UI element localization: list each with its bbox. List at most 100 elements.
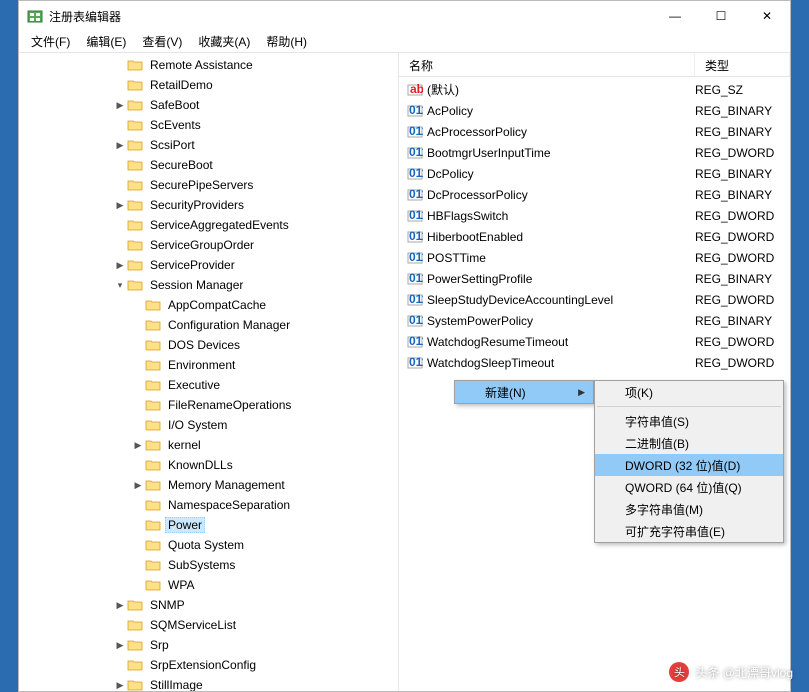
tree-label[interactable]: SQMServiceList	[147, 617, 239, 633]
tree-label[interactable]: SrpExtensionConfig	[147, 657, 259, 673]
tree-item[interactable]: Configuration Manager	[19, 315, 398, 335]
tree-item[interactable]: ServiceAggregatedEvents	[19, 215, 398, 235]
tree-label[interactable]: NamespaceSeparation	[165, 497, 293, 513]
registry-value-row[interactable]: 011BootmgrUserInputTimeREG_DWORD	[399, 142, 790, 163]
tree-item[interactable]: ▶ Srp	[19, 635, 398, 655]
tree-toggle-icon[interactable]: ▶	[131, 440, 145, 451]
registry-value-row[interactable]: 011PowerSettingProfileREG_BINARY	[399, 268, 790, 289]
tree-item[interactable]: Environment	[19, 355, 398, 375]
registry-value-row[interactable]: 011SystemPowerPolicyREG_BINARY	[399, 310, 790, 331]
tree-label[interactable]: StillImage	[147, 677, 206, 691]
tree-item[interactable]: ▶ kernel	[19, 435, 398, 455]
tree-item[interactable]: ▾ Session Manager	[19, 275, 398, 295]
tree-label[interactable]: Power	[165, 517, 205, 533]
context-menu-item[interactable]: 多字符串值(M)	[595, 498, 783, 520]
tree-label[interactable]: Session Manager	[147, 277, 246, 293]
header-name[interactable]: 名称	[399, 53, 695, 76]
tree-item[interactable]: SQMServiceList	[19, 615, 398, 635]
tree-label[interactable]: SecurityProviders	[147, 197, 247, 213]
tree-label[interactable]: Quota System	[165, 537, 247, 553]
context-menu-submenu[interactable]: 项(K) 字符串值(S)二进制值(B)DWORD (32 位)值(D)QWORD …	[594, 380, 784, 543]
tree-label[interactable]: KnownDLLs	[165, 457, 236, 473]
menu-view[interactable]: 查看(V)	[134, 31, 190, 52]
context-menu-item[interactable]: 二进制值(B)	[595, 432, 783, 454]
registry-value-row[interactable]: ab(默认)REG_SZ	[399, 79, 790, 100]
registry-value-row[interactable]: 011WatchdogResumeTimeoutREG_DWORD	[399, 331, 790, 352]
registry-value-row[interactable]: 011AcPolicyREG_BINARY	[399, 100, 790, 121]
tree-label[interactable]: Configuration Manager	[165, 317, 293, 333]
tree-toggle-icon[interactable]: ▶	[113, 100, 127, 111]
menu-help[interactable]: 帮助(H)	[258, 31, 315, 52]
registry-value-row[interactable]: 011DcPolicyREG_BINARY	[399, 163, 790, 184]
tree-item[interactable]: SrpExtensionConfig	[19, 655, 398, 675]
tree-label[interactable]: ServiceGroupOrder	[147, 237, 257, 253]
tree-item[interactable]: WPA	[19, 575, 398, 595]
menu-favorites[interactable]: 收藏夹(A)	[190, 31, 258, 52]
tree-label[interactable]: AppCompatCache	[165, 297, 269, 313]
tree-item[interactable]: I/O System	[19, 415, 398, 435]
registry-value-row[interactable]: 011SleepStudyDeviceAccountingLevelREG_DW…	[399, 289, 790, 310]
tree-item[interactable]: RetailDemo	[19, 75, 398, 95]
tree-item[interactable]: SecurePipeServers	[19, 175, 398, 195]
tree-label[interactable]: FileRenameOperations	[165, 397, 294, 413]
context-menu-item[interactable]: 字符串值(S)	[595, 410, 783, 432]
header-type[interactable]: 类型	[695, 53, 790, 76]
tree-item[interactable]: DOS Devices	[19, 335, 398, 355]
tree-label[interactable]: Executive	[165, 377, 223, 393]
context-menu-primary[interactable]: 新建(N)▶	[454, 380, 594, 404]
list-pane[interactable]: 名称 类型 ab(默认)REG_SZ011AcPolicyREG_BINARY0…	[399, 53, 790, 691]
tree-label[interactable]: DOS Devices	[165, 337, 243, 353]
tree-label[interactable]: Srp	[147, 637, 172, 653]
tree-toggle-icon[interactable]: ▶	[113, 140, 127, 151]
tree-toggle-icon[interactable]: ▶	[113, 680, 127, 691]
context-menu-item[interactable]: QWORD (64 位)值(Q)	[595, 476, 783, 498]
minimize-button[interactable]: —	[652, 1, 698, 31]
tree-pane[interactable]: Remote Assistance RetailDemo ▶ SafeBoot ScEv…	[19, 53, 399, 691]
tree-label[interactable]: Environment	[165, 357, 238, 373]
tree-label[interactable]: Remote Assistance	[147, 57, 256, 73]
tree-item[interactable]: ServiceGroupOrder	[19, 235, 398, 255]
tree-label[interactable]: kernel	[165, 437, 204, 453]
tree-label[interactable]: SubSystems	[165, 557, 238, 573]
tree-item[interactable]: ▶SecurityProviders	[19, 195, 398, 215]
tree-item[interactable]: SubSystems	[19, 555, 398, 575]
tree-label[interactable]: ServiceProvider	[147, 257, 238, 273]
tree-toggle-icon[interactable]: ▶	[113, 600, 127, 611]
registry-value-row[interactable]: 011DcProcessorPolicyREG_BINARY	[399, 184, 790, 205]
maximize-button[interactable]: ☐	[698, 1, 744, 31]
tree-item[interactable]: ScEvents	[19, 115, 398, 135]
registry-value-row[interactable]: 011HBFlagsSwitchREG_DWORD	[399, 205, 790, 226]
tree-toggle-icon[interactable]: ▶	[113, 640, 127, 651]
tree-item[interactable]: Power	[19, 515, 398, 535]
tree-toggle-icon[interactable]: ▶	[131, 480, 145, 491]
menu-edit[interactable]: 编辑(E)	[78, 31, 134, 52]
tree-item[interactable]: ▶ServiceProvider	[19, 255, 398, 275]
tree-item[interactable]: KnownDLLs	[19, 455, 398, 475]
tree-label[interactable]: Memory Management	[165, 477, 288, 493]
tree-toggle-icon[interactable]: ▾	[113, 280, 127, 291]
tree-label[interactable]: SecurePipeServers	[147, 177, 256, 193]
tree-label[interactable]: I/O System	[165, 417, 230, 433]
tree-item[interactable]: Quota System	[19, 535, 398, 555]
tree-label[interactable]: SafeBoot	[147, 97, 202, 113]
context-menu-item[interactable]: 新建(N)▶	[455, 381, 593, 403]
tree-label[interactable]: RetailDemo	[147, 77, 216, 93]
context-menu-item[interactable]: 项(K)	[595, 381, 783, 403]
registry-value-row[interactable]: 011HiberbootEnabledREG_DWORD	[399, 226, 790, 247]
tree-item[interactable]: SecureBoot	[19, 155, 398, 175]
context-menu-item[interactable]: DWORD (32 位)值(D)	[595, 454, 783, 476]
registry-value-row[interactable]: 011AcProcessorPolicyREG_BINARY	[399, 121, 790, 142]
tree-label[interactable]: SecureBoot	[147, 157, 216, 173]
context-menu-item[interactable]: 可扩充字符串值(E)	[595, 520, 783, 542]
tree-item[interactable]: Executive	[19, 375, 398, 395]
tree-item[interactable]: ▶ SNMP	[19, 595, 398, 615]
tree-item[interactable]: FileRenameOperations	[19, 395, 398, 415]
tree-label[interactable]: ScEvents	[147, 117, 204, 133]
tree-label[interactable]: SNMP	[147, 597, 188, 613]
menu-file[interactable]: 文件(F)	[23, 31, 78, 52]
registry-value-row[interactable]: 011WatchdogSleepTimeoutREG_DWORD	[399, 352, 790, 373]
tree-item[interactable]: NamespaceSeparation	[19, 495, 398, 515]
tree-item[interactable]: ▶ SafeBoot	[19, 95, 398, 115]
close-button[interactable]: ✕	[744, 1, 790, 31]
tree-item[interactable]: Remote Assistance	[19, 55, 398, 75]
